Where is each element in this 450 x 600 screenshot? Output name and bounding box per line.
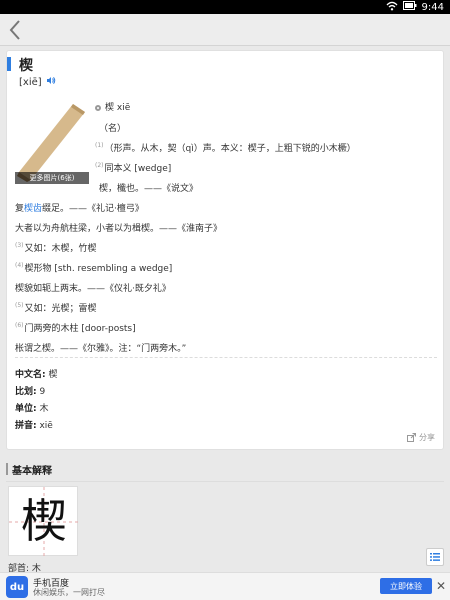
char-pinyin-line: 楔 xiē: [95, 100, 130, 113]
pinyin-text: [xiē]: [19, 76, 42, 88]
attribute-label: 单位:: [15, 404, 37, 414]
app-promo-banner: du 手机百度 休闲娱乐，一网打尽 立即体验 ✕: [0, 572, 450, 600]
pinyin-line: [xiē]: [19, 76, 56, 88]
quote-1: 楔，櫼也。——《说文》: [99, 184, 199, 194]
share-button[interactable]: 分享: [407, 432, 435, 443]
attribute-label: 比划:: [15, 387, 37, 397]
baidu-app-icon[interactable]: du: [6, 576, 28, 598]
close-icon[interactable]: ✕: [436, 579, 446, 593]
definition-text: 同本义: [104, 164, 132, 174]
divider: [15, 357, 437, 358]
definition-6: (6)门两旁的木柱 [door-posts]: [15, 321, 136, 334]
quote-text: 复: [15, 204, 25, 214]
try-now-button[interactable]: 立即体验: [380, 578, 432, 594]
part-of-speech: （名）: [99, 124, 127, 134]
attribute-value: 木: [39, 404, 49, 414]
section-divider: [6, 481, 444, 482]
definition-number: (4): [15, 262, 24, 269]
more-pictures-button[interactable]: 更多图片(6张): [15, 172, 89, 184]
top-bar: [0, 14, 450, 46]
speaker-icon[interactable]: [46, 76, 56, 88]
definition-2: (2)同本义 [wedge]: [95, 161, 171, 174]
share-icon: [407, 433, 416, 442]
definition-english: [wedge]: [134, 164, 172, 174]
section-title: 基本解释: [12, 466, 52, 477]
chevron-left-icon: [9, 20, 20, 40]
definition-text: 楔形物: [24, 264, 52, 274]
attribute-row: 比划: 9: [15, 384, 45, 397]
wifi-icon: [386, 1, 398, 14]
definition-1: (1)（形声。从木，契（qì）声。本义：楔子，上粗下锐的小木橛）: [95, 141, 356, 154]
attribute-label: 拼音:: [15, 421, 37, 431]
stroke-order-box[interactable]: 楔: [8, 486, 79, 557]
list-icon: [430, 553, 440, 561]
share-label: 分享: [419, 433, 435, 442]
definition-number: (3): [15, 242, 24, 249]
definition-text: 又如：木楔，竹楔: [24, 244, 97, 254]
attribute-label: 中文名:: [15, 370, 46, 380]
attribute-row: 单位: 木: [15, 401, 49, 414]
definition-number: (6): [15, 322, 24, 329]
definition-4: (4)楔形物 [sth. resembling a wedge]: [15, 261, 172, 274]
definition-number: (1): [95, 142, 104, 149]
attribute-value: 9: [39, 387, 46, 397]
character-glyph: 楔: [21, 494, 67, 548]
section-accent: [6, 463, 8, 475]
quote-text: 缀足。——《礼记·檀弓》: [42, 204, 144, 214]
quote-5: 枨谓之楔。——《尔雅》。注：“门两旁木。”: [15, 344, 187, 354]
definition-text: 又如：光楔；雷楔: [24, 304, 97, 314]
attribute-row: 中文名: 楔: [15, 367, 58, 380]
status-bar: 9:44: [0, 0, 450, 14]
attribute-row: 拼音: xiē: [15, 418, 53, 431]
definition-3: (3)又如：木楔，竹楔: [15, 241, 97, 254]
attribute-value: 楔: [48, 370, 58, 380]
battery-icon: [402, 1, 417, 13]
entry-card: 楔 [xiē] 更多图片(6张) 楔 xiē （名） (1)（形声。从木，契（q…: [6, 50, 444, 450]
quote-2: 复楔齿缀足。——《礼记·檀弓》: [15, 201, 144, 214]
definition-text: （形声。从木，契（qì）声。本义：楔子，上粗下锐的小木橛）: [104, 144, 356, 154]
quote-3: 大者以为舟航柱梁，小者以为楫楔。——《淮南子》: [15, 224, 223, 234]
clock: 9:44: [421, 1, 444, 13]
status-right: 9:44: [386, 0, 444, 14]
app-tagline: 休闲娱乐，一网打尽: [33, 588, 105, 597]
definition-number: (5): [15, 302, 24, 309]
term-link[interactable]: 楔齿: [24, 204, 42, 214]
back-button[interactable]: [4, 16, 26, 44]
definition-text: 门两旁的木柱: [24, 324, 79, 334]
char-pinyin: 楔 xiē: [105, 103, 131, 113]
list-menu-button[interactable]: [426, 548, 444, 566]
entry-title: 楔: [19, 58, 33, 74]
definition-english: [door-posts]: [81, 324, 136, 334]
attribute-value: xiē: [39, 421, 53, 431]
definition-english: [sth. resembling a wedge]: [54, 264, 173, 274]
quote-4: 楔貌如轭上两末。——《仪礼·既夕礼》: [15, 284, 171, 294]
definition-number: (2): [95, 162, 104, 169]
title-accent: [7, 57, 11, 71]
definition-5: (5)又如：光楔；雷楔: [15, 301, 97, 314]
bullet-circle-icon: [95, 104, 101, 111]
